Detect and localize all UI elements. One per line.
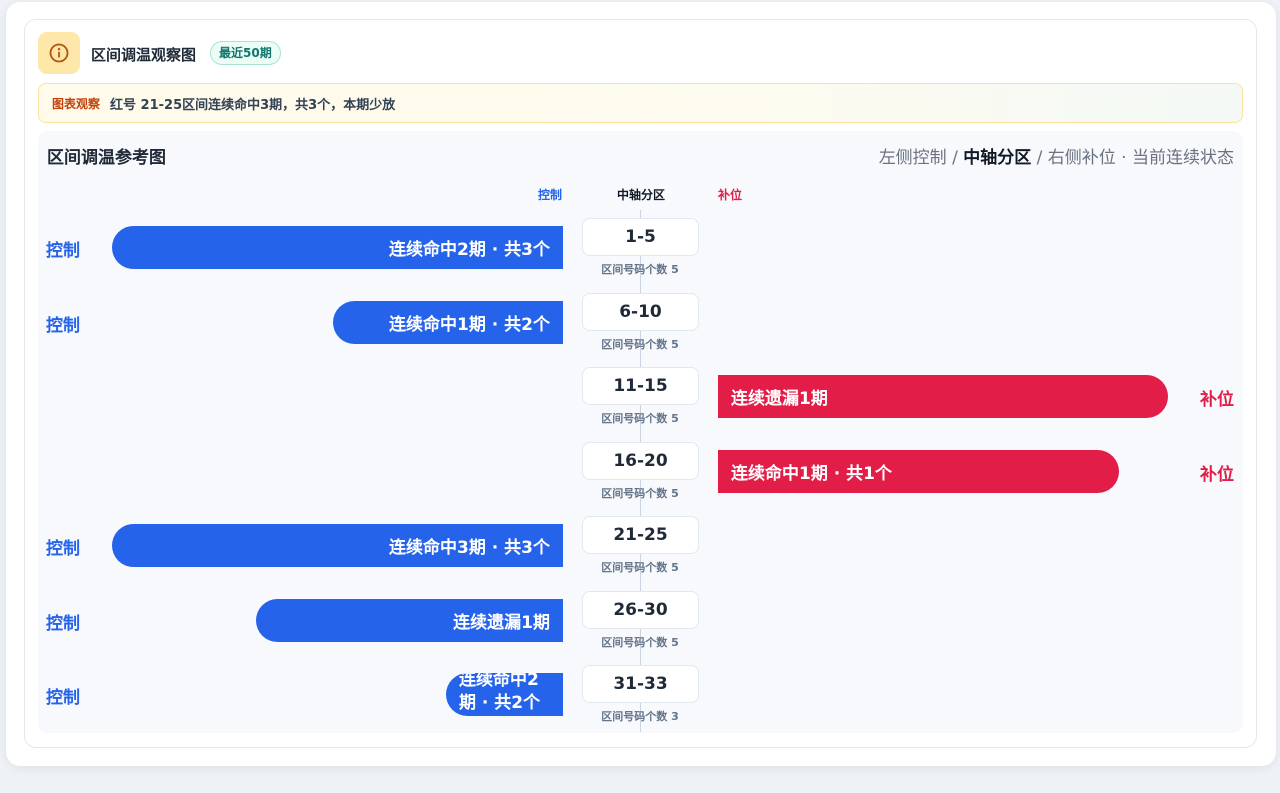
side-label-fill: 补位 (1200, 465, 1234, 485)
zone-count-label: 区间号码个数 5 (601, 487, 679, 500)
zone-box: 16-20 (582, 442, 699, 480)
control-bar: 连续遗漏1期 (256, 599, 563, 642)
zone-count-label: 区间号码个数 5 (601, 561, 679, 574)
control-bar: 连续命中2期 · 共3个 (112, 226, 563, 269)
info-circle-icon (49, 43, 69, 63)
control-bar: 连续命中1期 · 共2个 (333, 301, 563, 344)
side-label-control: 控制 (46, 539, 80, 559)
bar-label: 连续命中1期 · 共1个 (731, 464, 892, 484)
side-label-fill: 补位 (1200, 390, 1234, 410)
zone-count-label: 区间号码个数 3 (601, 710, 679, 723)
side-label-control: 控制 (46, 316, 80, 336)
side-label-control: 控制 (46, 688, 80, 708)
zone-count-label: 区间号码个数 5 (601, 338, 679, 351)
chart-observation-notice: 图表观察 红号 21-25区间连续命中3期，共3个，本期少放 (38, 83, 1243, 123)
bar-label: 连续遗漏1期 (731, 389, 828, 409)
chart-title: 区间调温参考图 (47, 148, 166, 168)
bar-label: 连续命中1期 · 共2个 (389, 315, 550, 335)
bar-label: 连续命中2期 · 共3个 (389, 240, 550, 260)
legend-right: 右侧补位 (1047, 148, 1116, 168)
legend-left: 左侧控制 (878, 148, 947, 168)
zone-box: 21-25 (582, 516, 699, 554)
zone-box: 31-33 (582, 665, 699, 703)
zone-count-label: 区间号码个数 5 (601, 263, 679, 276)
notice-text: 红号 21-25区间连续命中3期，共3个，本期少放 (110, 97, 396, 113)
bar-label: 连续命中2期 · 共2个 (459, 673, 541, 713)
legend-separator: / (946, 148, 964, 168)
fill-bar: 连续遗漏1期 (718, 375, 1168, 418)
bar-label: 连续遗漏1期 (453, 613, 550, 633)
zone-box: 11-15 (582, 367, 699, 405)
column-head-axis: 中轴分区 (616, 188, 666, 202)
zone-box: 1-5 (582, 218, 699, 256)
fill-bar: 连续命中1期 · 共1个 (718, 450, 1119, 493)
side-label-control: 控制 (46, 614, 80, 634)
notice-tag: 图表观察 (52, 96, 101, 111)
side-label-control: 控制 (46, 241, 80, 261)
column-head-fill: 补位 (718, 188, 743, 202)
bar-label: 连续命中3期 · 共3个 (389, 538, 550, 558)
mode-legend: 左侧控制 / 中轴分区 / 右侧补位 · 当前连续状态 (879, 143, 1234, 168)
control-bar: 连续命中2期 · 共2个 (446, 673, 563, 716)
zone-count-label: 区间号码个数 5 (601, 636, 679, 649)
zone-box: 6-10 (582, 293, 699, 331)
card-title: 区间调温观察图 (91, 46, 197, 64)
legend-state: 当前连续状态 (1132, 148, 1234, 168)
zone-box: 26-30 (582, 591, 699, 629)
legend-center: 中轴分区 (963, 148, 1032, 168)
zone-count-label: 区间号码个数 5 (601, 412, 679, 425)
legend-separator: / (1031, 148, 1048, 168)
column-head-control: 控制 (537, 188, 562, 202)
control-bar: 连续命中3期 · 共3个 (112, 524, 563, 567)
legend-dot: · (1115, 148, 1132, 168)
recent-badge: 最近50期 (210, 41, 281, 65)
info-icon-tile (38, 32, 80, 74)
